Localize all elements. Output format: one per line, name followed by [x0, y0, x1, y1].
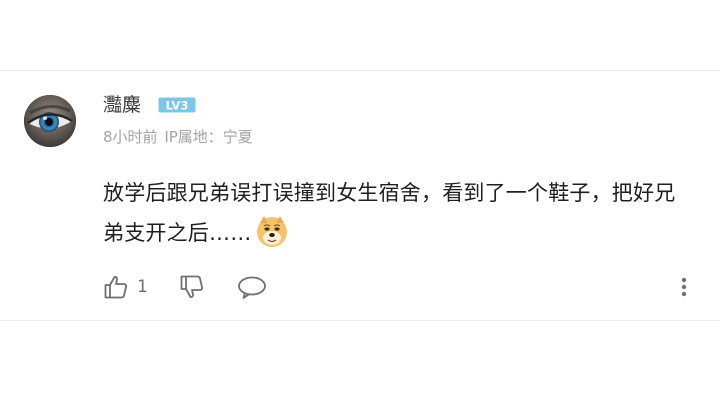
- level-badge: LV3: [158, 97, 196, 113]
- comment-item: 灩麋 LV3 8小时前 IP属地：宁夏 放学后跟兄弟误打误撞到女生宿舍，看到了一…: [0, 71, 720, 320]
- comment-text: 放学后跟兄弟误打误撞到女生宿舍，看到了一个鞋子，把好兄弟支开之后……: [103, 173, 683, 253]
- thumbs-down-icon: [179, 274, 205, 300]
- bottom-divider: [0, 320, 720, 321]
- like-button[interactable]: 1: [103, 271, 148, 303]
- comment-actions: 1: [103, 271, 703, 303]
- avatar[interactable]: [24, 95, 76, 147]
- ip-location: IP属地：宁夏: [164, 128, 253, 146]
- username[interactable]: 灩麋: [103, 93, 141, 117]
- more-options-button[interactable]: [677, 271, 691, 303]
- eye-avatar-image: [24, 95, 76, 147]
- comment-time: 8小时前: [103, 128, 158, 146]
- thumbs-up-icon: [103, 274, 129, 300]
- comment-bubble-icon: [237, 274, 267, 300]
- comment-meta: 8小时前 IP属地：宁夏: [103, 127, 255, 147]
- like-count: 1: [137, 277, 148, 297]
- comment-body: 放学后跟兄弟误打误撞到女生宿舍，看到了一个鞋子，把好兄弟支开之后……: [103, 181, 676, 245]
- reply-button[interactable]: [237, 271, 267, 303]
- dislike-button[interactable]: [179, 271, 205, 303]
- doge-emoji-icon: [255, 214, 289, 248]
- vertical-dots-icon: [677, 274, 691, 300]
- level-label: LV3: [166, 99, 189, 113]
